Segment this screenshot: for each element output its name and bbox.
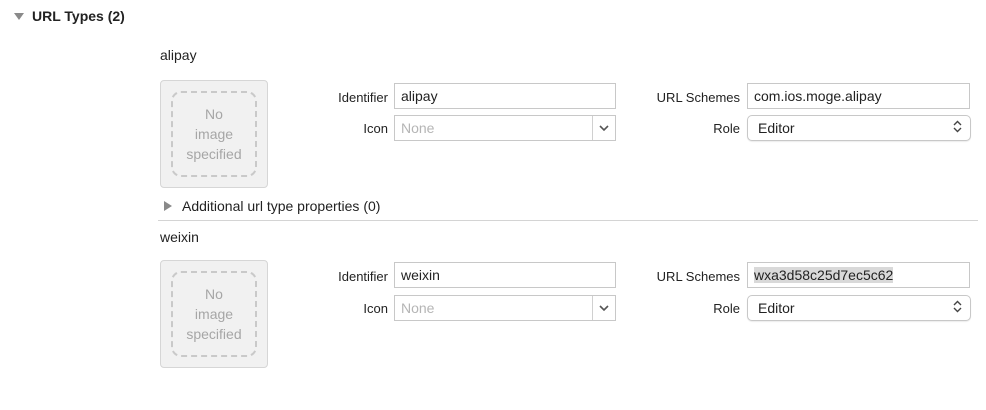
image-placeholder: No image specified bbox=[171, 91, 257, 177]
up-down-arrows-icon bbox=[953, 300, 962, 316]
icon-combobox-placeholder: None bbox=[401, 300, 435, 316]
chevron-down-icon[interactable] bbox=[592, 296, 615, 320]
icon-label: Icon bbox=[363, 301, 388, 316]
role-value: Editor bbox=[758, 120, 795, 136]
identifier-field-alipay[interactable] bbox=[394, 83, 616, 109]
url-schemes-field-alipay[interactable] bbox=[747, 83, 970, 109]
role-value: Editor bbox=[758, 300, 795, 316]
url-type-name-weixin: weixin bbox=[160, 229, 199, 245]
identifier-field-weixin[interactable] bbox=[394, 262, 616, 288]
url-schemes-label: URL Schemes bbox=[656, 90, 740, 105]
image-placeholder: No image specified bbox=[171, 271, 257, 357]
icon-combobox-alipay[interactable]: None bbox=[394, 115, 616, 141]
image-placeholder-text: No image specified bbox=[186, 106, 242, 162]
url-types-header[interactable]: URL Types (2) bbox=[14, 8, 125, 24]
up-down-arrows-icon bbox=[953, 120, 962, 136]
identifier-label: Identifier bbox=[338, 90, 388, 105]
additional-properties-disclosure[interactable]: Additional url type properties (0) bbox=[164, 198, 380, 214]
identifier-label: Identifier bbox=[338, 269, 388, 284]
image-well-weixin[interactable]: No image specified bbox=[160, 260, 268, 368]
icon-combobox-weixin[interactable]: None bbox=[394, 295, 616, 321]
disclosure-triangle-collapsed-icon[interactable] bbox=[164, 201, 172, 211]
chevron-down-icon[interactable] bbox=[592, 116, 615, 140]
entry-divider bbox=[158, 220, 978, 221]
url-schemes-field-weixin[interactable]: wxa3d58c25d7ec5c62 bbox=[747, 262, 970, 288]
role-popup-weixin[interactable]: Editor bbox=[747, 295, 971, 321]
image-well-alipay[interactable]: No image specified bbox=[160, 80, 268, 188]
image-placeholder-text: No image specified bbox=[186, 286, 242, 342]
role-label: Role bbox=[713, 301, 740, 316]
url-schemes-label: URL Schemes bbox=[656, 269, 740, 284]
disclosure-triangle-expanded-icon[interactable] bbox=[14, 12, 24, 20]
section-title: URL Types (2) bbox=[32, 8, 125, 24]
additional-properties-label: Additional url type properties (0) bbox=[182, 198, 381, 214]
role-popup-alipay[interactable]: Editor bbox=[747, 115, 971, 141]
icon-label: Icon bbox=[363, 121, 388, 136]
url-type-name-alipay: alipay bbox=[160, 47, 197, 63]
icon-combobox-placeholder: None bbox=[401, 120, 435, 136]
url-schemes-selected-text: wxa3d58c25d7ec5c62 bbox=[754, 267, 894, 283]
role-label: Role bbox=[713, 121, 740, 136]
